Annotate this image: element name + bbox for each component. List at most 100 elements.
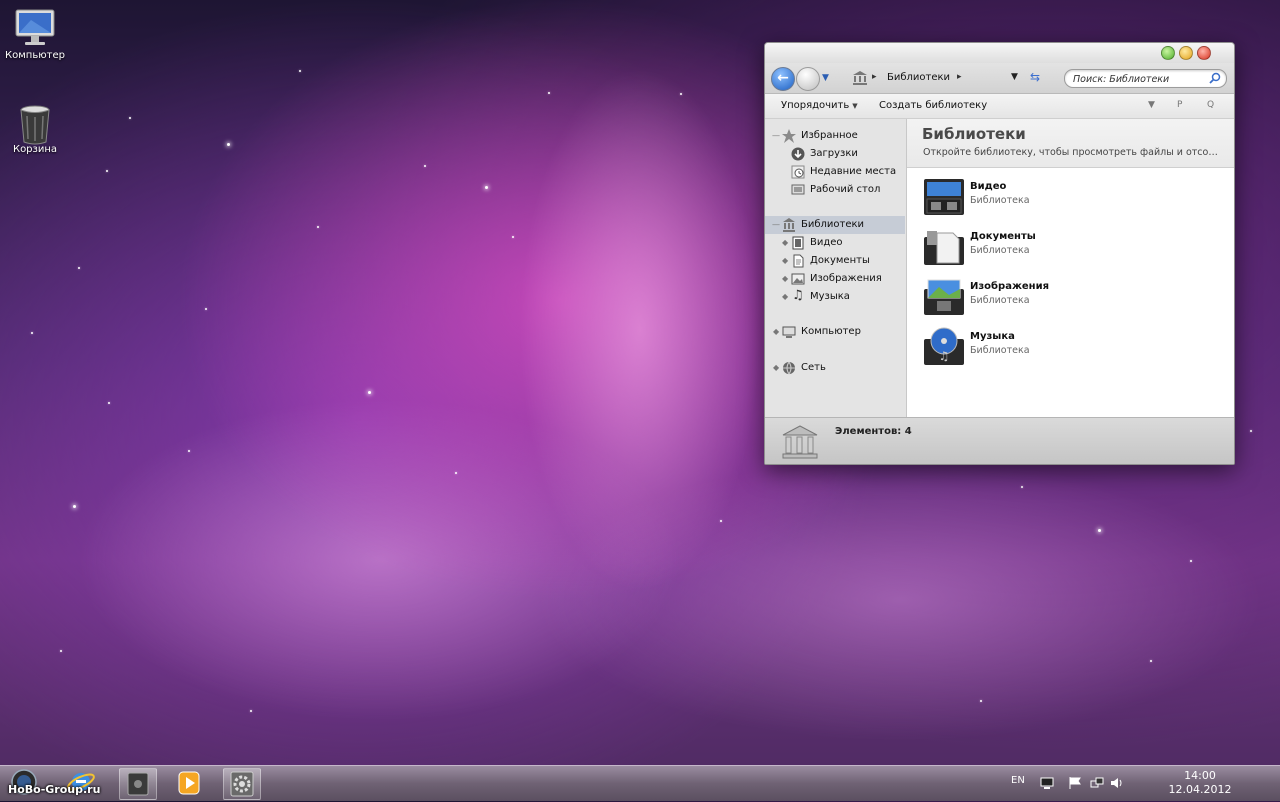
nav-item-recent[interactable]: Недавние места	[765, 163, 905, 181]
volume-icon[interactable]	[1110, 777, 1124, 789]
back-button[interactable]: ←	[771, 67, 795, 91]
desktop-icon	[791, 184, 805, 195]
library-name: Изображения	[970, 281, 1050, 292]
nav-label: Компьютер	[801, 326, 861, 337]
organize-button[interactable]: Упорядочить ▼	[781, 100, 858, 111]
media-player-icon	[178, 771, 200, 795]
nav-label: Рабочий стол	[810, 184, 881, 195]
library-type: Библиотека	[970, 195, 1030, 206]
video-library-icon	[924, 179, 964, 215]
nav-label: Недавние места	[810, 166, 897, 177]
nav-item-downloads[interactable]: Загрузки	[765, 145, 905, 163]
svg-text:♫: ♫	[939, 349, 950, 363]
content-header: Библиотеки Откройте библиотеку, чтобы пр…	[907, 119, 1234, 168]
search-input[interactable]	[1071, 71, 1211, 88]
nav-item-video[interactable]: ◆ Видео	[765, 234, 905, 252]
nav-label: Документы	[810, 255, 870, 266]
breadcrumb-separator-icon[interactable]: ▸	[957, 72, 962, 82]
desktop-icon-computer[interactable]: Компьютер	[0, 8, 70, 61]
expand-icon[interactable]: ◆	[782, 288, 788, 306]
arrow-left-icon: ←	[777, 70, 789, 86]
maximize-button[interactable]	[1161, 46, 1175, 60]
chevron-down-icon: ▼	[852, 102, 858, 110]
taskbar-app-media-player[interactable]	[171, 768, 207, 798]
clock-date: 12.04.2012	[1168, 783, 1232, 796]
show-desktop-icon[interactable]	[1040, 777, 1054, 789]
library-item-music[interactable]: ♫ Музыка Библиотека	[921, 325, 1221, 369]
command-bar: Упорядочить ▼ Создать библиотеку ▼ P Q	[765, 94, 1234, 119]
computer-icon	[13, 8, 57, 48]
navigation-pane: — Избранное Загрузки Недавние места Рабо…	[765, 119, 907, 417]
nav-item-libraries[interactable]: — Библиотеки	[765, 216, 905, 234]
clock[interactable]: 14:00 12.04.2012	[1160, 769, 1240, 797]
music-library-icon: ♫	[924, 327, 964, 365]
nav-label: Избранное	[801, 130, 858, 141]
nav-label: Библиотеки	[801, 219, 865, 230]
document-icon	[793, 254, 804, 268]
expand-icon[interactable]: ◆	[782, 252, 788, 270]
video-icon	[792, 236, 804, 250]
title-bar[interactable]	[765, 43, 1234, 63]
nav-item-network[interactable]: ◆ Сеть	[765, 359, 905, 377]
preview-pane-icon[interactable]: P	[1177, 100, 1182, 110]
library-icon	[783, 218, 795, 232]
library-item-images[interactable]: Изображения Библиотека	[921, 275, 1221, 319]
clock-time: 14:00	[1184, 769, 1216, 782]
search-box	[1064, 69, 1227, 88]
taskbar: HoBo-Group.ru EN 14:00 12.04.2012	[0, 765, 1280, 801]
expand-icon[interactable]: ◆	[773, 323, 779, 341]
nav-item-computer[interactable]: ◆ Компьютер	[765, 323, 905, 341]
history-dropdown-icon[interactable]: ▼	[822, 73, 829, 83]
nav-label: Изображения	[810, 273, 882, 284]
nav-label: Загрузки	[810, 148, 858, 159]
expand-icon[interactable]: ◆	[782, 270, 788, 288]
expand-icon[interactable]: ◆	[773, 359, 779, 377]
library-type: Библиотека	[970, 345, 1030, 356]
watermark-text: HoBo-Group.ru	[8, 783, 101, 796]
nav-item-music[interactable]: ◆ ♫ Музыка	[765, 288, 905, 306]
nav-item-favorites[interactable]: — Избранное	[765, 127, 905, 145]
library-name: Документы	[970, 231, 1036, 242]
taskbar-app-settings[interactable]	[223, 768, 261, 800]
library-item-video[interactable]: Видео Библиотека	[921, 175, 1221, 219]
breadcrumb-separator-icon[interactable]: ▸	[872, 72, 877, 82]
collapse-icon[interactable]: —	[772, 216, 780, 234]
library-name: Видео	[970, 181, 1007, 192]
library-item-documents[interactable]: Документы Библиотека	[921, 225, 1221, 269]
content-pane: Библиотеки Откройте библиотеку, чтобы пр…	[907, 119, 1234, 417]
star-icon	[782, 129, 796, 143]
search-icon[interactable]	[1209, 72, 1221, 84]
library-type: Библиотека	[970, 295, 1030, 306]
taskbar-app-explorer[interactable]	[119, 768, 157, 800]
minimize-button[interactable]	[1179, 46, 1193, 60]
computer-icon	[782, 326, 796, 338]
language-indicator[interactable]: EN	[1011, 775, 1025, 786]
library-icon	[782, 425, 818, 459]
library-name: Музыка	[970, 331, 1015, 342]
breadcrumb-libraries[interactable]: Библиотеки	[887, 72, 950, 83]
nav-item-desktop[interactable]: Рабочий стол	[765, 181, 905, 199]
library-type: Библиотека	[970, 245, 1030, 256]
nav-item-documents[interactable]: ◆ Документы	[765, 252, 905, 270]
nav-label: Видео	[810, 237, 843, 248]
expand-icon[interactable]: ◆	[782, 234, 788, 252]
close-button[interactable]	[1197, 46, 1211, 60]
forward-button[interactable]	[796, 67, 820, 91]
address-dropdown-icon[interactable]: ▼	[1011, 72, 1018, 82]
create-library-button[interactable]: Создать библиотеку	[879, 100, 987, 111]
nav-label: Музыка	[810, 291, 850, 302]
desktop-icon-label: Компьютер	[5, 50, 65, 61]
view-options-icon[interactable]: ▼	[1148, 100, 1155, 110]
network-icon[interactable]	[1090, 777, 1104, 789]
refresh-icon[interactable]: ⇆	[1030, 70, 1040, 84]
finder-icon	[127, 772, 149, 796]
desktop-icon-trash[interactable]: Корзина	[0, 102, 70, 155]
nav-item-images[interactable]: ◆ Изображения	[765, 270, 905, 288]
collapse-icon[interactable]: —	[772, 127, 780, 145]
gear-icon	[230, 771, 254, 797]
help-icon[interactable]: Q	[1207, 100, 1214, 110]
flag-icon[interactable]	[1068, 777, 1082, 789]
library-icon	[853, 71, 867, 85]
documents-library-icon	[924, 231, 964, 265]
music-note-icon: ♫	[792, 288, 804, 303]
